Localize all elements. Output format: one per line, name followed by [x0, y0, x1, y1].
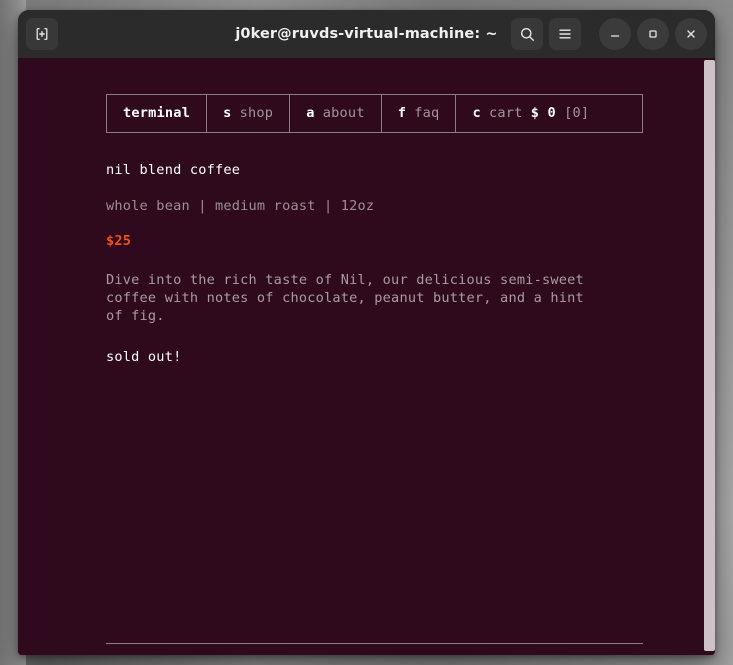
tab-terminal[interactable]: terminal — [107, 95, 208, 132]
window-titlebar: j0ker@ruvds-virtual-machine: ~ — [18, 10, 715, 58]
cart-count: [0] — [564, 104, 590, 121]
minimize-icon[interactable] — [599, 18, 631, 50]
tab-cart-label: cart — [489, 104, 523, 121]
tab-shop[interactable]: s shop — [207, 95, 291, 132]
product-description: Dive into the rich taste of Nil, our del… — [106, 271, 584, 324]
terminal-window: j0ker@ruvds-virtual-machine: ~ terminal … — [18, 10, 715, 655]
terminal-scrollbar[interactable] — [704, 58, 715, 655]
search-icon[interactable] — [511, 18, 543, 50]
footer-region: +/- qty c cart q quit — [106, 643, 643, 655]
new-tab-icon[interactable] — [26, 18, 58, 50]
tab-faq-key: f — [397, 104, 407, 121]
tab-about-label: about — [322, 104, 365, 121]
tab-faq-label: faq — [414, 104, 440, 121]
tab-about-key: a — [306, 104, 315, 121]
close-icon[interactable] — [675, 18, 707, 50]
cart-total: $ 0 — [530, 104, 556, 121]
tab-cart-key: c — [472, 104, 481, 121]
product-price: $25 — [106, 233, 132, 250]
tab-bar: terminal s shop a about f faq c cart $ 0… — [106, 94, 643, 133]
tab-faq[interactable]: f faq — [382, 95, 457, 132]
hamburger-menu-icon[interactable] — [549, 18, 581, 50]
tab-shop-key: s — [223, 104, 232, 121]
tab-shop-label: shop — [239, 104, 274, 121]
product-stock-status: sold out! — [106, 348, 182, 365]
product-meta: whole bean | medium roast | 12oz — [106, 197, 375, 214]
footer-divider — [106, 643, 643, 644]
product-detail: nil blend coffee whole bean | medium roa… — [106, 162, 655, 365]
terminal-content[interactable]: terminal s shop a about f faq c cart $ 0… — [18, 58, 715, 655]
tui-app: terminal s shop a about f faq c cart $ 0… — [106, 94, 655, 655]
terminal-scrollbar-thumb[interactable] — [704, 60, 715, 652]
tab-terminal-label: terminal — [123, 104, 191, 121]
maximize-icon[interactable] — [637, 18, 669, 50]
product-name: nil blend coffee — [106, 162, 241, 178]
tab-cart[interactable]: c cart $ 0 [0] — [456, 95, 605, 132]
titlebar-controls — [511, 18, 707, 50]
tab-about[interactable]: a about — [290, 95, 382, 132]
